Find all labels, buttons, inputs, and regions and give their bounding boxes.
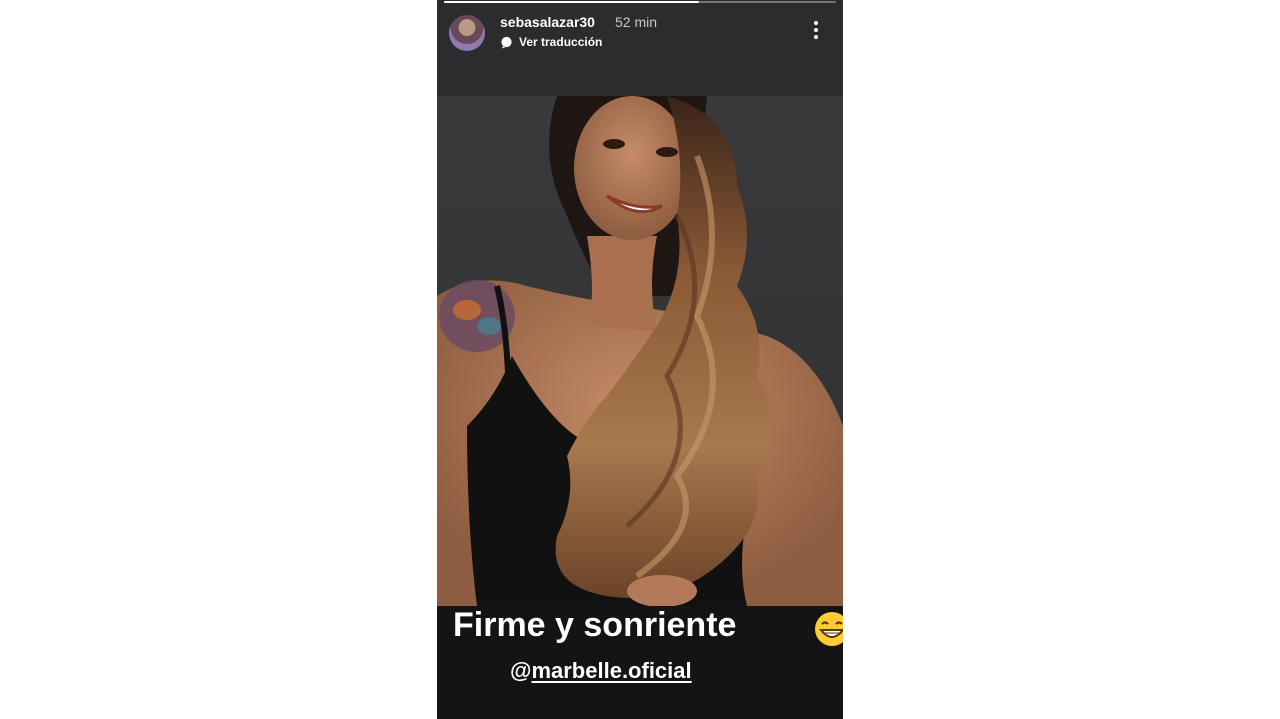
story-viewer[interactable]: sebasalazar30 52 min Ver traducción Firm… [437, 0, 843, 719]
woman-portrait-photo [437, 96, 843, 606]
mention-at-symbol: @ [510, 658, 532, 683]
story-caption: Firme y sonriente [453, 606, 737, 644]
translate-label: Ver traducción [519, 35, 603, 49]
story-photo [437, 96, 843, 606]
story-header: sebasalazar30 52 min Ver traducción [437, 3, 843, 96]
mention-username[interactable]: marbelle.oficial [531, 658, 691, 683]
post-time: 52 min [615, 14, 658, 30]
speech-bubble-icon [501, 36, 512, 49]
more-vertical-icon [814, 21, 818, 25]
more-dot [814, 35, 818, 39]
more-options-button[interactable] [803, 17, 829, 43]
grinning-face-emoji [815, 612, 843, 646]
username[interactable]: sebasalazar30 [500, 14, 595, 30]
more-dot [814, 28, 818, 32]
translate-button[interactable]: Ver traducción [500, 35, 602, 49]
avatar[interactable] [449, 15, 485, 51]
mention-tag[interactable]: @marbelle.oficial [510, 658, 692, 684]
